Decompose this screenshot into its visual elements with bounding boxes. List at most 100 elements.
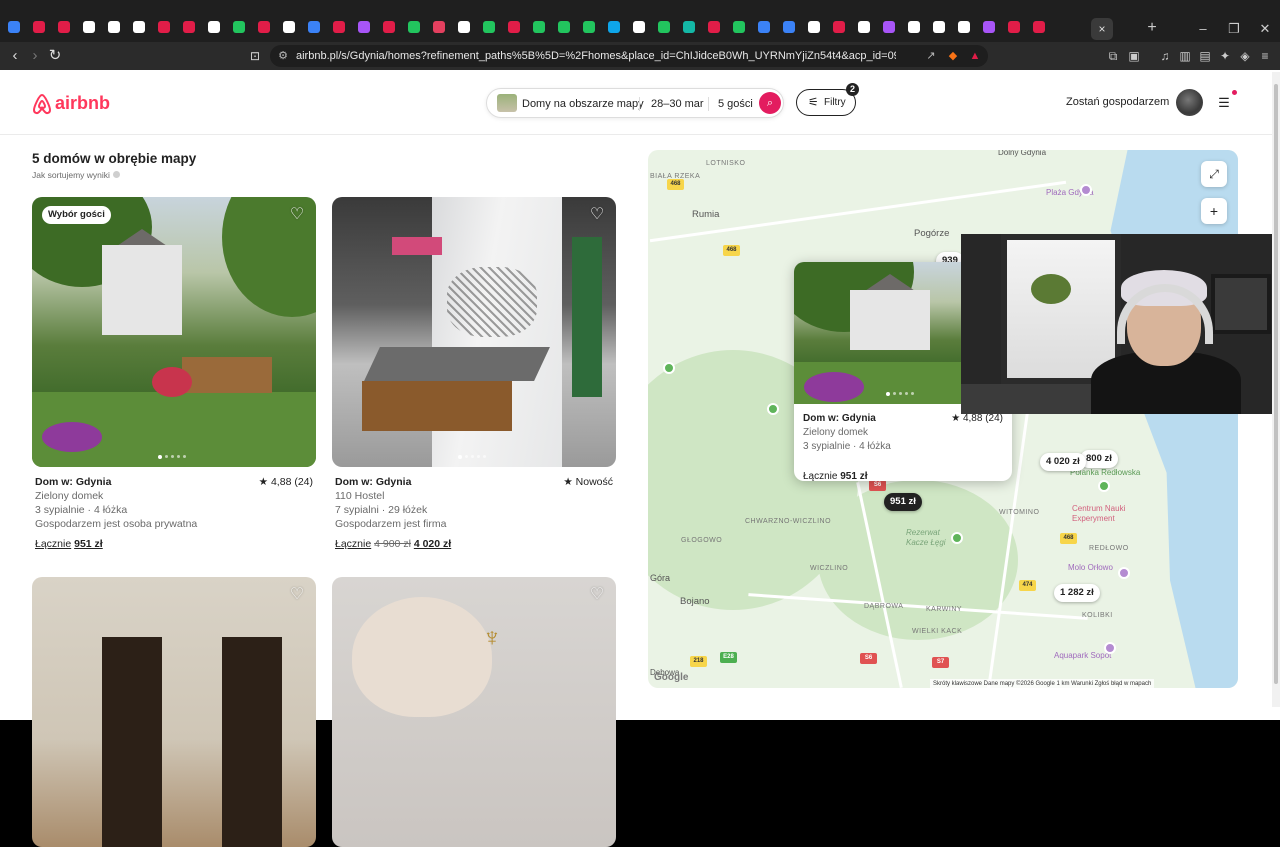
share-icon[interactable]: ↗ (924, 49, 938, 63)
map-attribution[interactable]: Skróty klawiszowe Dane mapy ©2026 Google… (930, 679, 1155, 688)
new-tab-button[interactable]: + (1144, 18, 1160, 38)
tab-favicon-icon[interactable] (208, 21, 220, 33)
back-icon[interactable]: ‹ (6, 47, 24, 65)
tab-favicon-icon[interactable] (308, 21, 320, 33)
tab-favicon-icon[interactable] (508, 21, 520, 33)
tab-favicon-icon[interactable] (108, 21, 120, 33)
popup-details: 3 sypialnie · 4 łóżka (803, 441, 891, 452)
tab-favicon-icon[interactable] (283, 21, 295, 33)
tab-favicon-icon[interactable] (783, 21, 795, 33)
tab-favicon-icon[interactable] (358, 21, 370, 33)
listing-card[interactable]: ♆ ♡ (332, 577, 616, 847)
tab-favicon-icon[interactable] (33, 21, 45, 33)
map[interactable]: LOTNISKO BIAŁA RZEKA Rumia Pogórze Dolny… (648, 150, 1238, 688)
reload-icon[interactable]: ↻ (46, 47, 64, 65)
tab-favicon-icon[interactable] (858, 21, 870, 33)
wallet-icon[interactable]: ▤ (1198, 49, 1212, 63)
tab-favicon-icon[interactable] (133, 21, 145, 33)
tab-favicon-icon[interactable] (733, 21, 745, 33)
avatar[interactable] (1176, 89, 1203, 116)
tab-favicon-icon[interactable] (458, 21, 470, 33)
info-icon (112, 171, 120, 178)
site-info-icon[interactable]: ⚙ (276, 49, 290, 63)
tab-favicon-icon[interactable] (833, 21, 845, 33)
tab-favicon-icon[interactable] (958, 21, 970, 33)
extensions-icon[interactable]: ⧉ (1106, 49, 1120, 63)
tab-favicon-icon[interactable] (633, 21, 645, 33)
url-field[interactable]: ⚙ airbnb.pl/s/Gdynia/homes?refinement_pa… (270, 45, 988, 67)
tab-favicon-icon[interactable] (808, 21, 820, 33)
search-dates[interactable]: 28–30 mar (651, 96, 704, 112)
tab-favicon-icon[interactable] (983, 21, 995, 33)
wishlist-heart-icon[interactable]: ♡ (588, 586, 606, 604)
tab-favicon-icon[interactable] (708, 21, 720, 33)
listing-price[interactable]: Łącznie 4 900 zł 4 020 zł (335, 537, 451, 551)
listing-card[interactable]: Wybór gości ♡ Dom w: Gdynia ★ 4,88 (24) … (32, 197, 316, 557)
tab-favicon-icon[interactable] (483, 21, 495, 33)
tab-favicon-icon[interactable] (683, 21, 695, 33)
tab-favicon-icon[interactable] (183, 21, 195, 33)
media-icon[interactable]: ♫ (1158, 49, 1172, 63)
sorting-info-link[interactable]: Jak sortujemy wyniki (32, 170, 120, 181)
tab-favicon-icon[interactable] (758, 21, 770, 33)
listing-rating: ★ Nowość (563, 476, 613, 488)
tab-favicon-icon[interactable] (883, 21, 895, 33)
tab-favicon-icon[interactable] (933, 21, 945, 33)
wishlist-heart-icon[interactable]: ♡ (588, 206, 606, 224)
close-window-icon[interactable]: ✕ (1255, 20, 1275, 38)
screenshot-icon[interactable]: ▣ (1127, 49, 1141, 63)
tab-favicon-icon[interactable] (408, 21, 420, 33)
tab-favicon-icon[interactable] (908, 21, 920, 33)
url-text[interactable]: airbnb.pl/s/Gdynia/homes?refinement_path… (296, 49, 896, 63)
map-price-pin[interactable]: 4 020 zł (1040, 453, 1086, 471)
map-price-pin-selected[interactable]: 951 zł (884, 493, 922, 511)
listing-card[interactable]: ♡ Dom w: Gdynia ★ Nowość 110 Hostel 7 sy… (332, 197, 616, 557)
become-host-link[interactable]: Zostań gospodarzem (1066, 94, 1169, 110)
map-zoom-in-button[interactable]: + (1201, 198, 1227, 224)
tab-favicon-icon[interactable] (433, 21, 445, 33)
forward-icon[interactable]: › (26, 47, 44, 65)
listing-card[interactable]: ♡ (32, 577, 316, 847)
vpn-icon[interactable]: ◈ (1238, 49, 1252, 63)
tab-favicon-icon[interactable] (383, 21, 395, 33)
wishlist-heart-icon[interactable]: ♡ (288, 586, 306, 604)
airbnb-logo[interactable]: airbnb (32, 91, 110, 115)
tab-favicon-icon[interactable] (1008, 21, 1020, 33)
tab-favicon-icon[interactable] (83, 21, 95, 33)
active-tab-close-button[interactable]: × (1091, 18, 1113, 40)
tab-favicon-icon[interactable] (558, 21, 570, 33)
tab-favicon-icon[interactable] (258, 21, 270, 33)
search-guests[interactable]: 5 gości (718, 96, 753, 112)
listing-photo[interactable]: ♆ ♡ (332, 577, 616, 847)
filters-button[interactable]: ⚟ Filtry 2 (796, 83, 859, 116)
search-button[interactable]: ⌕ (759, 92, 781, 114)
minimize-icon[interactable]: – (1193, 20, 1213, 38)
tab-favicon-icon[interactable] (608, 21, 620, 33)
brave-shield-icon[interactable]: ◆ (946, 49, 960, 63)
search-location[interactable]: Domy na obszarze mapy (522, 96, 644, 112)
tab-favicon-icon[interactable] (233, 21, 245, 33)
rewards-icon[interactable]: ▲ (968, 49, 982, 63)
page-scrollbar-thumb[interactable] (1274, 84, 1278, 684)
tab-favicon-icon[interactable] (533, 21, 545, 33)
listing-photo[interactable]: ♡ (332, 197, 616, 467)
tab-favicon-icon[interactable] (583, 21, 595, 33)
listing-photo[interactable]: Wybór gości ♡ (32, 197, 316, 467)
tab-favicon-icon[interactable] (58, 21, 70, 33)
browser-menu-icon[interactable]: ≡ (1258, 49, 1272, 63)
tab-favicon-icon[interactable] (1033, 21, 1045, 33)
map-price-pin[interactable]: 1 282 zł (1054, 584, 1100, 602)
sidebar-icon[interactable]: ▥ (1178, 49, 1192, 63)
tab-favicon-icon[interactable] (333, 21, 345, 33)
listing-photo[interactable]: ♡ (32, 577, 316, 847)
leo-icon[interactable]: ✦ (1218, 49, 1232, 63)
bookmark-icon[interactable]: ⊡ (246, 47, 264, 65)
tab-favicon-icon[interactable] (658, 21, 670, 33)
tab-favicon-icon[interactable] (8, 21, 20, 33)
wishlist-heart-icon[interactable]: ♡ (288, 206, 306, 224)
search-bar[interactable]: Domy na obszarze mapy 28–30 mar 5 gości … (486, 88, 784, 118)
maximize-icon[interactable]: ❐ (1224, 20, 1244, 38)
tab-favicon-icon[interactable] (158, 21, 170, 33)
listing-price[interactable]: Łącznie 951 zł (35, 537, 103, 551)
map-expand-button[interactable]: ⤢ (1201, 161, 1227, 187)
